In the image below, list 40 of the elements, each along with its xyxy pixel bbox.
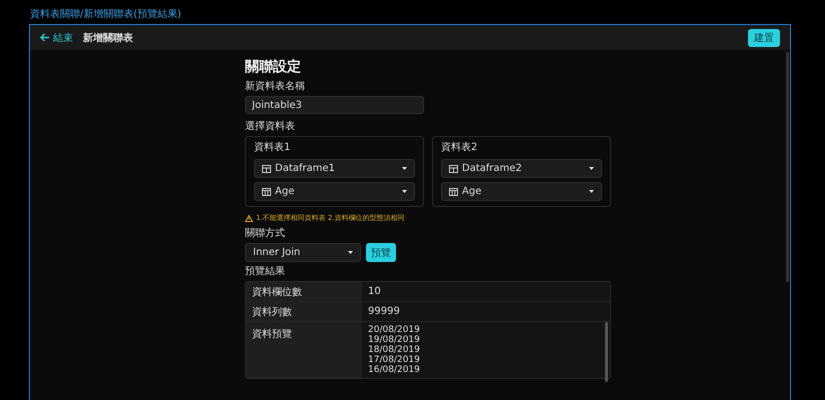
warning-icon [245,214,253,222]
table-cell: 資料欄位數 [246,282,362,302]
field-label: 新資料表名稱 [245,81,306,93]
table-cell: 10 [362,282,610,302]
scrollbar[interactable] [605,322,608,382]
table-dropdown[interactable]: Dataframe2 [441,159,602,178]
field-label: 預覽結果 [245,266,286,278]
card-label: 資料表2 [441,142,478,154]
back-button[interactable]: 結束 [40,30,73,44]
arrow-left-icon [40,33,50,42]
caret-icon [402,190,407,193]
preview-button[interactable]: 預覽 [366,243,396,262]
section-title: 關聯設定 [245,58,302,76]
page-title: 新增關聯表 [83,31,134,44]
caret-icon [589,167,594,170]
table-cell: 資料預覽 [252,329,292,340]
column-dropdown[interactable]: Age [254,182,415,201]
field-label: 關聯方式 [245,228,286,240]
field-label: 選擇資料表 [245,121,296,133]
preview-line: 17/08/2019 [368,355,421,365]
preview-line: 18/08/2019 [368,345,421,355]
table-icon [449,164,458,172]
columns-icon [262,188,271,196]
table-icon [262,164,271,172]
preview-line: 19/08/2019 [368,335,421,345]
card-label: 資料表1 [254,142,292,154]
table-cell: 資料列數 [246,302,362,322]
columns-icon [449,188,458,196]
preview-line: 16/08/2019 [368,365,421,375]
scrollbar[interactable] [786,52,789,282]
table-cell: 99999 [362,302,610,322]
column-dropdown[interactable]: Age [441,182,602,201]
table-dropdown[interactable]: Dataframe1 [254,159,415,178]
join-type-dropdown[interactable]: Inner Join [245,243,361,262]
preview-line: 20/08/2019 [368,325,421,335]
caret-icon [402,167,407,170]
build-button[interactable]: 建置 [748,28,780,46]
caret-icon [589,190,594,193]
breadcrumb: 資料表關聯/新增關聯表(預覽結果) [29,8,182,22]
caret-icon [348,251,353,254]
